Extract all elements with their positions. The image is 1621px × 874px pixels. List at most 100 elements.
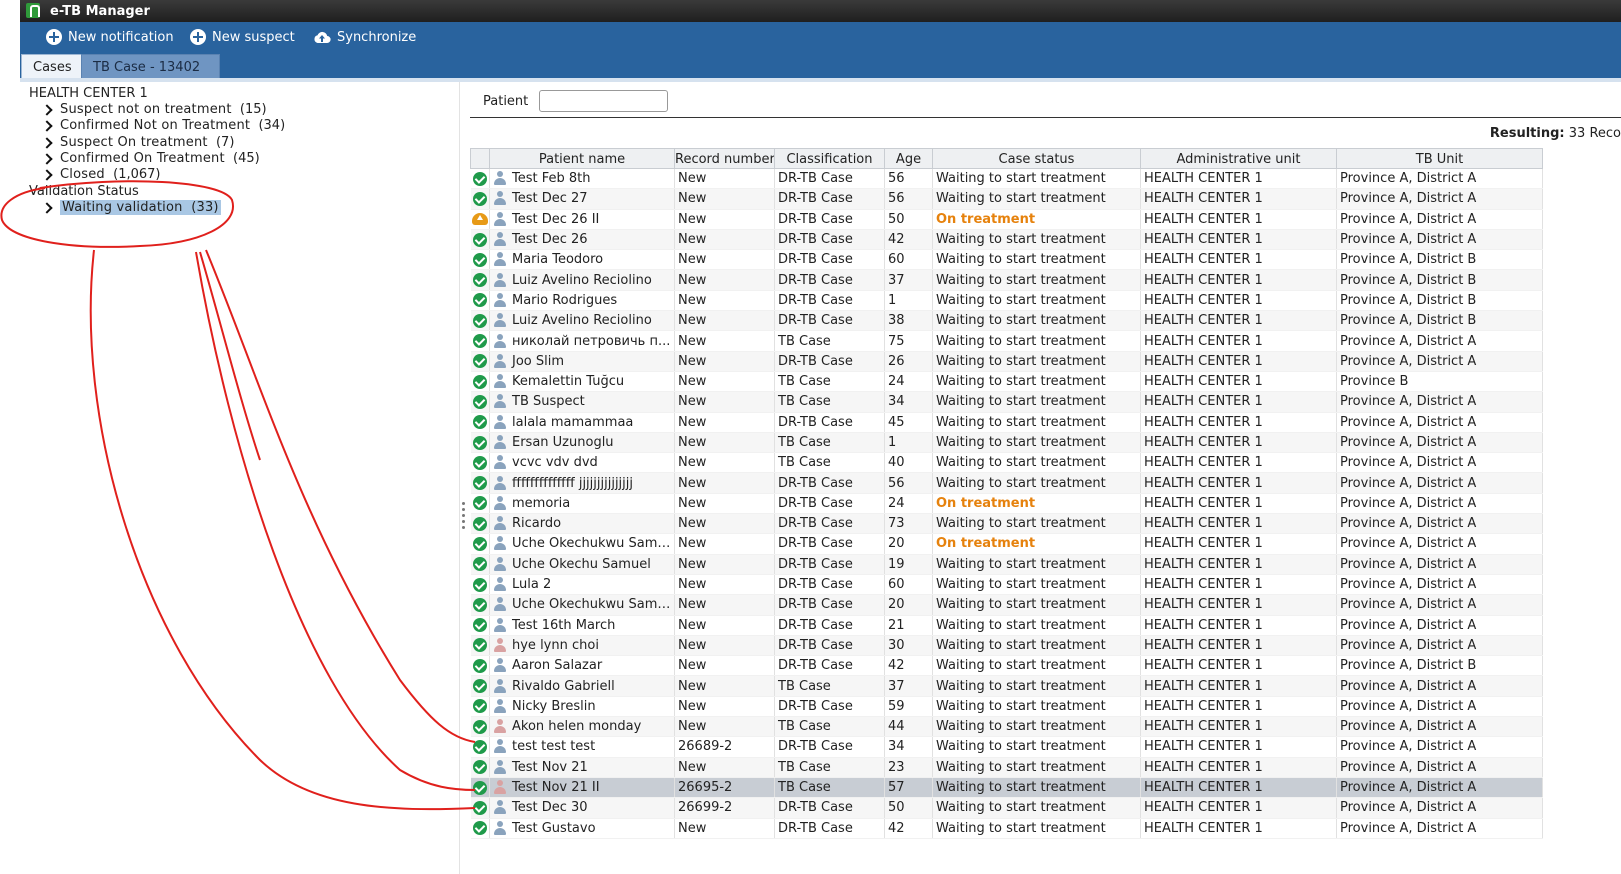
tb-unit-cell: Province A, District A — [1336, 472, 1543, 494]
tree-item-waiting-validation[interactable]: Waiting validation (33) — [42, 199, 221, 216]
tree-item-suspect-not-on-treatment[interactable]: Suspect not on treatment (15) — [42, 101, 267, 118]
table-row[interactable]: memoria New DR-TB Case 24 On treatment HEALTH… — [470, 493, 1543, 515]
table-row[interactable]: Ricardo New DR-TB Case 73 Waiting to start t… — [470, 513, 1543, 535]
patient-name-cell[interactable]: Test Dec 26 II — [489, 209, 675, 230]
table-row[interactable]: test test test 26689-2 DR-TB Case 34 Waiting… — [470, 736, 1543, 758]
table-row[interactable]: николай петровичь п... New TB Case 75 Waitin… — [470, 330, 1543, 352]
patient-name-cell[interactable]: Joo Slim — [489, 351, 675, 372]
patient-name-cell[interactable]: Luiz Avelino Reciolino — [489, 310, 675, 332]
patient-name-cell[interactable]: Ersan Uzunoglu — [489, 432, 675, 454]
tab-cases[interactable]: Cases — [21, 54, 84, 78]
patient-name-cell[interactable]: Nicky Breslin — [489, 696, 675, 718]
table-row[interactable]: Uche Okechukwu Samuel New DR-TB Case 20 On t… — [470, 533, 1543, 555]
table-row[interactable]: Test Dec 26 New DR-TB Case 42 Waiting to sta… — [470, 229, 1543, 251]
table-row[interactable]: ffffffffffffff jjjjjjjjjjjjjjj New DR-TB C… — [470, 472, 1543, 494]
tree-item-confirmed-not-on-treatment[interactable]: Confirmed Not on Treatment (34) — [42, 117, 285, 134]
new-notification-button[interactable]: New notification — [46, 27, 174, 47]
column-header-tb-unit[interactable]: TB Unit — [1336, 148, 1543, 169]
table-row[interactable]: Test 16th March New DR-TB Case 21 Waiting to… — [470, 615, 1543, 636]
patient-name-cell[interactable]: Uche Okechukwu Samuel — [489, 533, 675, 555]
check-icon — [472, 597, 487, 612]
table-row[interactable]: Mario Rodrigues New DR-TB Case 1 Waiting to … — [470, 290, 1543, 312]
table-row[interactable]: vcvc vdv dvd New TB Case 40 Waiting to start… — [470, 452, 1543, 474]
table-row[interactable]: Test Dec 30 26699-2 DR-TB Case 50 Waiting to… — [470, 797, 1543, 819]
column-header-status-icon — [470, 148, 490, 169]
patient-name-cell[interactable]: Ricardo — [489, 513, 675, 535]
patient-name-cell[interactable]: Test Dec 26 — [489, 229, 675, 251]
column-header-case-status[interactable]: Case status — [932, 148, 1141, 169]
table-row[interactable]: Test Dec 27 New DR-TB Case 56 Waiting to sta… — [470, 188, 1543, 210]
table-row[interactable]: lalala mamammaa New DR-TB Case 45 Waiting to… — [470, 412, 1543, 433]
table-row[interactable]: Akon helen monday New TB Case 44 Waiting to … — [470, 716, 1543, 738]
table-row[interactable]: Lula 2 New DR-TB Case 60 Waiting to start tr… — [470, 574, 1543, 596]
administrative-unit-cell: HEALTH CENTER 1 — [1140, 188, 1337, 210]
patient-name-cell[interactable]: Test 16th March — [489, 615, 675, 636]
patient-name-cell[interactable]: hye lynn choi — [489, 635, 675, 657]
patient-name-cell[interactable]: Luiz Avelino Reciolino — [489, 269, 675, 291]
patient-name-cell[interactable]: николай петровичь п... — [489, 330, 675, 352]
column-header-age[interactable]: Age — [884, 148, 933, 169]
patient-name-cell[interactable]: Aaron Salazar — [489, 655, 675, 677]
case-status-cell: Waiting to start treatment — [932, 777, 1141, 799]
case-status-cell: Waiting to start treatment — [932, 351, 1141, 372]
record-number-cell: New — [674, 594, 775, 616]
patient-name-cell[interactable]: Test Gustavo — [489, 818, 675, 839]
table-row[interactable]: hye lynn choi New DR-TB Case 30 Waiting to s… — [470, 635, 1543, 657]
patient-name-cell[interactable]: Mario Rodrigues — [489, 290, 675, 312]
table-row[interactable]: Kemalettin Tuğcu New TB Case 24 Waiting to s… — [470, 371, 1543, 393]
tree-item-closed[interactable]: Closed (1,067) — [42, 166, 161, 183]
tree-item-confirmed-on-treatment[interactable]: Confirmed On Treatment (45) — [42, 150, 260, 167]
table-row[interactable]: Ersan Uzunoglu New TB Case 1 Waiting to star… — [470, 432, 1543, 454]
column-header-administrative-unit[interactable]: Administrative unit — [1140, 148, 1337, 169]
table-row[interactable]: Test Feb 8th New DR-TB Case 56 Waiting to st… — [470, 168, 1543, 190]
table-row[interactable]: Nicky Breslin New DR-TB Case 59 Waiting to s… — [470, 696, 1543, 718]
patient-name-cell[interactable]: Kemalettin Tuğcu — [489, 371, 675, 393]
table-row[interactable]: Uche Okechu Samuel New DR-TB Case 19 Waiting… — [470, 554, 1543, 575]
tab-tb-case[interactable]: TB Case - 13402 — [81, 54, 220, 78]
table-row[interactable]: Test Gustavo New DR-TB Case 42 Waiting to st… — [470, 818, 1543, 839]
patient-name-cell[interactable]: lalala mamammaa — [489, 412, 675, 433]
column-header-patient-name[interactable]: Patient name — [489, 148, 675, 169]
patient-name-cell[interactable]: Uche Okechu Samuel — [489, 554, 675, 575]
row-status-cell — [470, 696, 490, 718]
table-row[interactable]: Rivaldo Gabriell New TB Case 37 Waiting to s… — [470, 675, 1543, 697]
table-row[interactable]: Aaron Salazar New DR-TB Case 42 Waiting to s… — [470, 655, 1543, 677]
table-row[interactable]: Luiz Avelino Reciolino New DR-TB Case 38 Wai… — [470, 310, 1543, 332]
synchronize-button[interactable]: Synchronize — [313, 27, 416, 47]
patient-search-input[interactable] — [539, 90, 668, 112]
patient-name-cell[interactable]: Lula 2 — [489, 574, 675, 596]
patient-name-cell[interactable]: Test Dec 30 — [489, 797, 675, 819]
table-row[interactable]: Maria Teodoro New DR-TB Case 60 Waiting to s… — [470, 249, 1543, 271]
column-header-record-number[interactable]: Record number — [674, 148, 775, 169]
table-row[interactable]: TB Suspect New TB Case 34 Waiting to start t… — [470, 391, 1543, 413]
age-cell: 57 — [884, 777, 933, 799]
table-row[interactable]: Uche Okechukwu Samuel New DR-TB Case 20 Wait… — [470, 594, 1543, 616]
patient-name-cell[interactable]: TB Suspect — [489, 391, 675, 413]
patient-name-cell[interactable]: memoria — [489, 493, 675, 515]
patient-name-cell[interactable]: Maria Teodoro — [489, 249, 675, 271]
patient-name-cell[interactable]: Rivaldo Gabriell — [489, 675, 675, 697]
table-row[interactable]: Joo Slim New DR-TB Case 26 Waiting to start … — [470, 351, 1543, 372]
patient-name-cell[interactable]: Test Feb 8th — [489, 168, 675, 190]
tree-item-suspect-on-treatment[interactable]: Suspect On treatment (7) — [42, 134, 234, 151]
patient-name-cell[interactable]: ffffffffffffff jjjjjjjjjjjjjjj — [489, 472, 675, 494]
table-row[interactable]: Test Nov 21 New TB Case 23 Waiting to start … — [470, 757, 1543, 778]
table-row[interactable]: Luiz Avelino Reciolino New DR-TB Case 37 Wai… — [470, 269, 1543, 291]
patient-name-cell[interactable]: test test test — [489, 736, 675, 758]
patient-name-cell[interactable]: Test Dec 27 — [489, 188, 675, 210]
table-row[interactable]: Test Dec 26 II New DR-TB Case 50 On treatmen… — [470, 209, 1543, 230]
panel-splitter-handle[interactable] — [462, 502, 466, 536]
column-header-classification[interactable]: Classification — [774, 148, 885, 169]
patient-name-cell[interactable]: Uche Okechukwu Samuel — [489, 594, 675, 616]
age-cell: 42 — [884, 818, 933, 839]
patient-name-cell[interactable]: vcvc vdv dvd — [489, 452, 675, 474]
tree-item-label: Confirmed On Treatment — [60, 151, 225, 166]
patient-name-cell[interactable]: Test Nov 21 — [489, 757, 675, 778]
new-suspect-button[interactable]: New suspect — [190, 27, 295, 47]
check-icon — [472, 191, 487, 206]
cases-grid: Patient name Record number Classificatio… — [470, 148, 1621, 848]
table-row[interactable]: Test Nov 21 II 26695-2 TB Case 57 Waiting to… — [470, 777, 1543, 799]
age-cell: 75 — [884, 330, 933, 352]
patient-name-cell[interactable]: Test Nov 21 II — [489, 777, 675, 799]
patient-name-cell[interactable]: Akon helen monday — [489, 716, 675, 738]
